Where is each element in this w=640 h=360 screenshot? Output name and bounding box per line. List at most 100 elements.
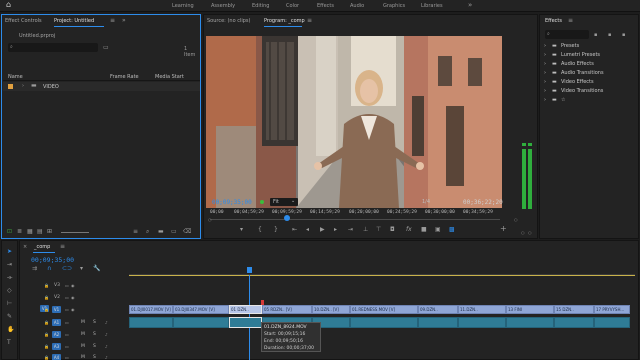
vr-icon[interactable]: ▣ [435, 227, 441, 233]
panel-menu-icon[interactable]: ≡ [110, 18, 115, 24]
extract-icon[interactable]: ⊤ [376, 227, 381, 233]
audio-clip[interactable] [506, 317, 554, 328]
lock-track-icon[interactable]: 🔒 [44, 283, 49, 289]
video-clip[interactable]: 11.DZN.. [458, 305, 506, 314]
solo-button[interactable]: S [93, 355, 96, 360]
lock-track-icon[interactable]: 🔒 [44, 332, 49, 338]
slip-tool-icon[interactable]: ⊢ [7, 301, 12, 307]
track-label-a3[interactable]: A3 [52, 343, 61, 350]
audio-clip[interactable] [418, 317, 458, 328]
monitor-playhead[interactable] [283, 215, 290, 221]
effects-search-input[interactable]: ⌕ [545, 30, 589, 39]
lift-icon[interactable]: ⊥ [363, 227, 368, 233]
solo-button[interactable]: S [93, 344, 96, 349]
home-icon[interactable]: ⌂ [6, 1, 11, 9]
toggle-sync-icon[interactable]: ▭ [65, 355, 69, 360]
nest-icon[interactable]: ⇉ [32, 266, 37, 272]
work-area-bar[interactable] [129, 275, 635, 276]
timeline-ruler[interactable] [129, 265, 635, 275]
effects-folder-favorites[interactable]: › ▬ ☆ [540, 96, 638, 105]
microphone-icon[interactable]: ♪ [105, 320, 108, 326]
microphone-icon[interactable]: ♪ [105, 332, 108, 338]
export-frame-icon[interactable]: ◘ [390, 227, 395, 233]
audio-clip[interactable] [554, 317, 594, 328]
tab-program-monitor[interactable]: Program: _comp [264, 18, 305, 24]
mute-button[interactable]: M [81, 332, 85, 337]
tab-project[interactable]: Project: Untitled [54, 18, 94, 24]
audio-clip[interactable] [129, 317, 173, 328]
lock-icon[interactable]: ⊡ [7, 229, 12, 235]
automate-to-sequence-icon[interactable]: ≡ [133, 229, 138, 235]
effects-folder-presets[interactable]: › ▬ Presets [540, 42, 638, 51]
workspace-tab-editing[interactable]: Editing [252, 3, 269, 9]
linked-selection-icon[interactable]: ⊂⊃ [62, 266, 72, 272]
audio-clip[interactable] [594, 317, 630, 328]
new-item-icon[interactable]: ▭ [171, 229, 177, 235]
timeline-settings-icon[interactable]: 🔧 [93, 266, 100, 272]
audio-clip[interactable] [350, 317, 418, 328]
tab-effects[interactable]: Effects [545, 18, 562, 24]
video-clip[interactable]: 17 PRYVYSH... [594, 305, 630, 314]
add-button-icon[interactable]: + [500, 225, 507, 233]
32bit-effects-icon[interactable]: ▪ [608, 32, 611, 38]
step-back-icon[interactable]: ◂ [306, 227, 309, 233]
fit-dropdown[interactable]: Fit ⌄ [270, 198, 298, 206]
lock-track-icon[interactable]: 🔒 [44, 344, 49, 350]
sort-icons-icon[interactable]: ⊞ [47, 229, 52, 235]
video-clip[interactable]: 03.DJI0347.MOV [V] [173, 305, 229, 314]
track-label-v3[interactable]: V3 [54, 283, 60, 288]
track-label-v2[interactable]: V2 [54, 295, 60, 300]
solo-button[interactable]: S [93, 320, 96, 325]
program-timecode[interactable]: 00;09;35;00 [212, 199, 252, 206]
video-clip[interactable]: 10.DZN.. [V] [312, 305, 350, 314]
workspace-tab-effects[interactable]: Effects [317, 3, 334, 9]
effects-folder-video-effects[interactable]: › ▬ Video Effects [540, 78, 638, 87]
mute-button[interactable]: M [81, 355, 85, 360]
resolution-dropdown[interactable]: 1/4 [422, 198, 440, 206]
effects-folder-audio-effects[interactable]: › ▬ Audio Effects [540, 60, 638, 69]
lock-track-icon[interactable]: 🔒 [44, 307, 49, 313]
add-marker-icon[interactable]: ▾ [240, 227, 243, 233]
toggle-sync-icon[interactable]: ▭ [65, 332, 69, 338]
eye-icon[interactable]: ◉ [71, 307, 75, 313]
audio-clip-selected[interactable] [229, 317, 262, 328]
lock-track-icon[interactable]: 🔒 [44, 355, 49, 360]
workspace-tab-learning[interactable]: Learning [172, 3, 194, 9]
solo-button[interactable]: S [93, 332, 96, 337]
audio-clip[interactable] [458, 317, 506, 328]
selection-tool-icon[interactable]: ➤ [7, 249, 12, 255]
effects-folder-audio-transitions[interactable]: › ▬ Audio Transitions [540, 69, 638, 78]
effects-folder-video-transitions[interactable]: › ▬ Video Transitions [540, 87, 638, 96]
workspace-tab-color[interactable]: Color [286, 3, 299, 9]
mark-in-icon[interactable]: { [258, 227, 262, 233]
type-tool-icon[interactable]: T [7, 340, 11, 346]
hand-tool-icon[interactable]: ✋ [7, 327, 14, 333]
icon-view-icon[interactable]: ▦ [27, 229, 33, 235]
track-label-a1[interactable]: A1 [52, 319, 61, 326]
panel-expand-icon[interactable]: » [122, 18, 126, 24]
pen-tool-icon[interactable]: ✎ [7, 314, 12, 320]
microphone-icon[interactable]: ♪ [105, 344, 108, 350]
close-sequence-icon[interactable]: × [23, 244, 27, 250]
zoom-in-icon[interactable]: ○ [514, 217, 518, 223]
go-to-in-icon[interactable]: ⇤ [292, 227, 297, 233]
find-icon[interactable]: ⌕ [146, 229, 149, 235]
clear-icon[interactable]: ⌫ [183, 229, 191, 235]
video-clip[interactable]: 15 DZN.. [554, 305, 594, 314]
column-name[interactable]: Name [8, 74, 23, 80]
video-clip-selected[interactable]: 01 DZN.. [229, 305, 262, 314]
edit-point-marker[interactable] [261, 300, 264, 305]
column-media-start[interactable]: Media Start [155, 74, 184, 80]
expand-arrow-icon[interactable]: › [22, 83, 24, 89]
play-icon[interactable]: ▶ [320, 227, 325, 233]
accelerated-effects-icon[interactable]: ▪ [594, 32, 597, 38]
toggle-sync-icon[interactable]: ▭ [65, 344, 69, 350]
razor-tool-icon[interactable]: ◇ [7, 288, 12, 294]
mute-button[interactable]: M [81, 320, 85, 325]
toggle-sync-icon[interactable]: ▭ [65, 295, 69, 301]
toggle-sync-icon[interactable]: ▭ [65, 283, 69, 289]
list-view-icon[interactable]: ≣ [17, 229, 22, 235]
eye-icon[interactable]: ◉ [71, 283, 75, 289]
video-clip[interactable]: 01.REDNESS.MOV [V] [350, 305, 418, 314]
snap-icon[interactable]: ∩ [47, 266, 51, 272]
